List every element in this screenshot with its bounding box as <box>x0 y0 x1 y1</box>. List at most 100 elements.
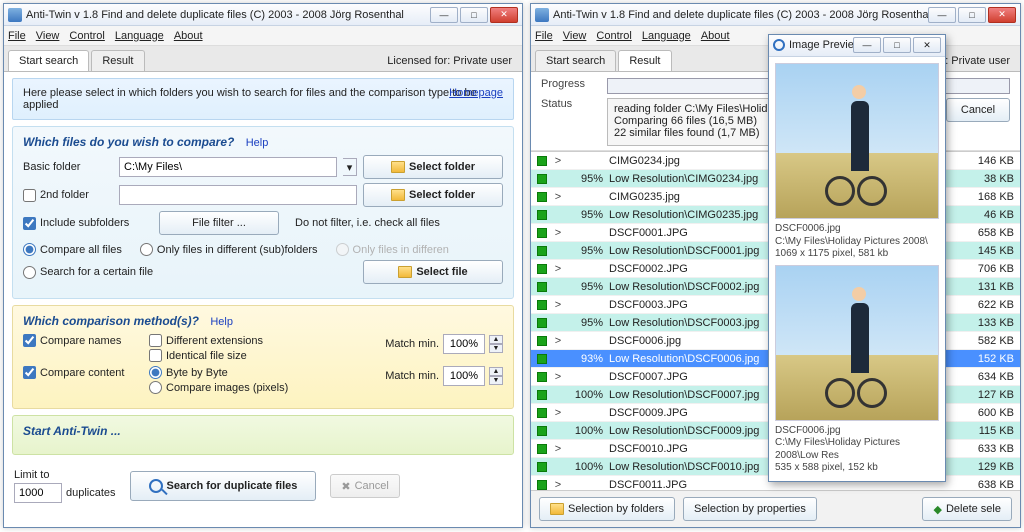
maximize-button[interactable]: □ <box>958 7 986 23</box>
window-title: Anti-Twin v 1.8 Find and delete duplicat… <box>553 9 928 21</box>
menu-control[interactable]: Control <box>69 30 104 42</box>
file-size: 38 KB <box>958 173 1014 185</box>
intro-box: Here please select in which folders you … <box>12 78 514 120</box>
minimize-button[interactable]: — <box>430 7 458 23</box>
close-button[interactable]: ✕ <box>913 37 941 53</box>
ident-size-checkbox[interactable] <box>149 349 162 362</box>
selection-by-folders-button[interactable]: Selection by folders <box>539 497 675 521</box>
selection-by-properties-button[interactable]: Selection by properties <box>683 497 817 521</box>
search-duplicates-button[interactable]: Search for duplicate files <box>130 471 317 501</box>
menu-about[interactable]: About <box>174 30 203 42</box>
shield-icon: ◆ <box>933 503 941 516</box>
match-min-value-2[interactable] <box>443 366 485 386</box>
chevron-icon: > <box>553 155 563 167</box>
caption-dims: 1069 x 1175 pixel, 581 kb <box>775 248 939 261</box>
only-diff-radio[interactable] <box>140 243 153 256</box>
help-link[interactable]: Help <box>210 316 233 328</box>
close-button[interactable]: ✕ <box>490 7 518 23</box>
menu-language[interactable]: Language <box>642 30 691 42</box>
help-link[interactable]: Help <box>246 137 269 149</box>
menu-file[interactable]: File <box>535 30 553 42</box>
select-folder-button[interactable]: Select folder <box>363 155 503 179</box>
chevron-icon: > <box>553 191 563 203</box>
tab-result[interactable]: Result <box>91 50 144 71</box>
second-folder-checkbox[interactable] <box>23 189 36 202</box>
match-percent: 95% <box>569 281 603 293</box>
compare-all-radio[interactable] <box>23 243 36 256</box>
popup-titlebar[interactable]: Image Preview — □ ✕ <box>769 35 945 57</box>
homepage-link[interactable]: Homepage <box>449 87 503 99</box>
status-label: Status <box>541 98 597 110</box>
match-percent: 95% <box>569 173 603 185</box>
file-size: 129 KB <box>958 461 1014 473</box>
app-icon <box>535 8 549 22</box>
tab-start-search[interactable]: Start search <box>8 50 89 71</box>
minimize-button[interactable]: — <box>853 37 881 53</box>
second-folder-input[interactable] <box>119 185 357 205</box>
chevron-icon: > <box>553 263 563 275</box>
status-square-icon <box>537 228 547 238</box>
menu-view[interactable]: View <box>36 30 60 42</box>
cancel-icon: ✖ <box>341 480 350 493</box>
section-start: Start Anti-Twin ... <box>12 415 514 455</box>
compare-content-label: Compare content <box>40 367 124 379</box>
include-subfolders-checkbox[interactable] <box>23 217 36 230</box>
include-subfolders-label: Include subfolders <box>40 217 129 229</box>
status-square-icon <box>537 264 547 274</box>
tab-result[interactable]: Result <box>618 50 671 71</box>
license-info: Licensed for: Private user <box>387 55 512 67</box>
file-size: 706 KB <box>958 263 1014 275</box>
chevron-icon: > <box>553 407 563 419</box>
status-square-icon <box>537 246 547 256</box>
minimize-button[interactable]: — <box>928 7 956 23</box>
close-button[interactable]: ✕ <box>988 7 1016 23</box>
select-file-button[interactable]: Select file <box>363 260 503 284</box>
status-square-icon <box>537 444 547 454</box>
compare-pixels-radio[interactable] <box>149 381 162 394</box>
file-size: 168 KB <box>958 191 1014 203</box>
cancel-search-button[interactable]: Cancel <box>946 98 1010 122</box>
limit-to-label: Limit to <box>14 469 49 481</box>
limit-input[interactable] <box>14 483 62 503</box>
byte-by-byte-radio[interactable] <box>149 366 162 379</box>
maximize-button[interactable]: □ <box>460 7 488 23</box>
tab-start-search[interactable]: Start search <box>535 50 616 71</box>
status-square-icon <box>537 408 547 418</box>
titlebar[interactable]: Anti-Twin v 1.8 Find and delete duplicat… <box>4 4 522 26</box>
menu-language[interactable]: Language <box>115 30 164 42</box>
file-size: 146 KB <box>958 155 1014 167</box>
compare-names-checkbox[interactable] <box>23 334 36 347</box>
spinner-down[interactable]: ▼ <box>489 344 503 353</box>
file-filter-button[interactable]: File filter ... <box>159 211 279 235</box>
magnifier-icon <box>149 479 163 493</box>
status-square-icon <box>537 462 547 472</box>
search-file-radio[interactable] <box>23 266 36 279</box>
status-square-icon <box>537 354 547 364</box>
menu-view[interactable]: View <box>563 30 587 42</box>
delete-selected-button[interactable]: ◆Delete sele <box>922 497 1012 521</box>
dropdown-icon[interactable]: ▾ <box>343 158 357 176</box>
only-diff-faint-label: Only files in differen <box>353 244 449 256</box>
menu-control[interactable]: Control <box>596 30 631 42</box>
match-percent: 95% <box>569 317 603 329</box>
cancel-button: ✖ Cancel <box>330 474 399 498</box>
compare-content-checkbox[interactable] <box>23 366 36 379</box>
folder-icon <box>398 266 412 278</box>
chevron-icon: > <box>553 443 563 455</box>
window-title: Anti-Twin v 1.8 Find and delete duplicat… <box>26 9 430 21</box>
second-folder-label: 2nd folder <box>40 189 89 201</box>
menu-about[interactable]: About <box>701 30 730 42</box>
section-title: Which comparison method(s)? <box>23 314 199 328</box>
file-size: 115 KB <box>958 425 1014 437</box>
spinner-up[interactable]: ▲ <box>489 335 503 344</box>
diff-ext-checkbox[interactable] <box>149 334 162 347</box>
menu-file[interactable]: File <box>8 30 26 42</box>
image-preview-popup[interactable]: Image Preview — □ ✕ DSCF0006.jpg C:\My F… <box>768 34 946 482</box>
spinner-up[interactable]: ▲ <box>489 367 503 376</box>
match-min-value[interactable] <box>443 334 485 354</box>
spinner-down[interactable]: ▼ <box>489 376 503 385</box>
maximize-button[interactable]: □ <box>883 37 911 53</box>
titlebar[interactable]: Anti-Twin v 1.8 Find and delete duplicat… <box>531 4 1020 26</box>
basic-folder-input[interactable] <box>119 157 337 177</box>
select-folder-button-2[interactable]: Select folder <box>363 183 503 207</box>
